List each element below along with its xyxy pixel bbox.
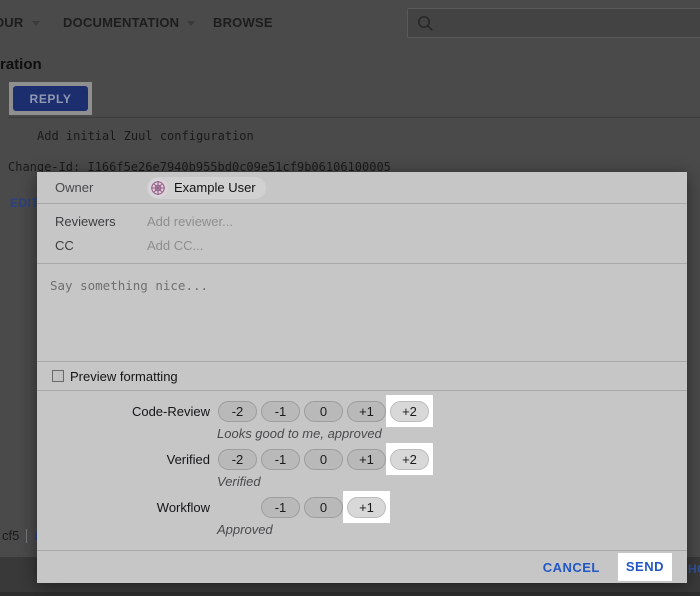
top-navigation: OUR DOCUMENTATION BROWSE [0, 0, 700, 46]
add-cc-input[interactable]: Add CC... [147, 238, 203, 253]
commit-subject: Add initial Zuul configuration [37, 129, 254, 143]
vote-code-review-0[interactable]: 0 [302, 400, 345, 422]
vote-verified-+1[interactable]: +1 [345, 448, 388, 470]
vote-buttons: -2-10+1+2 [216, 400, 431, 422]
nav-item-your[interactable]: OUR [0, 15, 40, 30]
vote-buttons: -10+1 [216, 496, 431, 518]
cc-row: CC Add CC... [37, 233, 687, 257]
vote-verified-+2[interactable]: +2 [388, 448, 431, 470]
cancel-button[interactable]: CANCEL [543, 560, 600, 575]
reviewers-row: Reviewers Add reviewer... [37, 209, 687, 233]
send-button[interactable]: SEND [626, 559, 664, 574]
nav-item-documentation[interactable]: DOCUMENTATION [63, 15, 195, 30]
owner-label: Owner [55, 180, 147, 195]
search-box[interactable] [407, 8, 700, 38]
vote-pill[interactable]: 0 [304, 401, 343, 422]
vote-verified--2[interactable]: -2 [216, 448, 259, 470]
vote-code-review--2[interactable]: -2 [216, 400, 259, 422]
vote-pill[interactable]: 0 [304, 449, 343, 470]
vote-pill[interactable]: +2 [390, 449, 429, 470]
sha-fragment: cf5 [2, 528, 19, 543]
vote-pill[interactable]: +1 [347, 401, 386, 422]
vote-verified-0[interactable]: 0 [302, 448, 345, 470]
reply-button-highlight: REPLY [9, 82, 92, 115]
caret-down-icon [32, 21, 40, 26]
preview-label: Preview formatting [70, 369, 178, 384]
vote-pill[interactable]: -1 [261, 497, 300, 518]
add-reviewer-input[interactable]: Add reviewer... [147, 214, 233, 229]
caret-down-icon [187, 21, 195, 26]
nav-item-your-label: OUR [0, 15, 24, 30]
bottom-edge [0, 592, 700, 596]
vote-code-review-+1[interactable]: +1 [345, 400, 388, 422]
score-label: Workflow [37, 500, 210, 515]
score-description: Looks good to me, approved [217, 424, 687, 444]
score-description: Verified [217, 472, 687, 492]
vote-workflow--1[interactable]: -1 [259, 496, 302, 518]
vote-code-review-+2[interactable]: +2 [388, 400, 431, 422]
score-label: Verified [37, 452, 210, 467]
gerrit-change-screen: OUR DOCUMENTATION BROWSE ration REPLY Ad… [0, 0, 700, 596]
divider [26, 529, 27, 543]
vote-pill[interactable]: -1 [261, 449, 300, 470]
people-section: Reviewers Add reviewer... CC Add CC... [37, 204, 687, 264]
owner-row: Owner Example User [37, 172, 687, 204]
vote-pill[interactable]: 0 [304, 497, 343, 518]
owner-chip[interactable]: Example User [147, 177, 266, 199]
vote-code-review--1[interactable]: -1 [259, 400, 302, 422]
score-row: Verified -2-10+1+2 Verified [37, 448, 687, 492]
vote-pill[interactable]: -2 [218, 401, 257, 422]
vote-pill[interactable]: -2 [218, 449, 257, 470]
vote-pill[interactable]: +2 [390, 401, 429, 422]
edit-link[interactable]: EDIT [10, 196, 39, 210]
vote-pill[interactable]: +1 [347, 449, 386, 470]
reply-button[interactable]: REPLY [13, 86, 88, 111]
score-row: Workflow -10+1 Approved [37, 496, 687, 540]
cc-label: CC [55, 238, 147, 253]
background-link-fragment[interactable]: HO [688, 562, 700, 576]
preview-checkbox[interactable] [52, 370, 64, 382]
vote-pill[interactable]: -1 [261, 401, 300, 422]
scores-section: Code-Review -2-10+1+2 Looks good to me, … [37, 391, 687, 540]
owner-name: Example User [174, 180, 256, 195]
send-button-highlight: SEND [618, 553, 672, 581]
score-description: Approved [217, 520, 687, 540]
score-row: Code-Review -2-10+1+2 Looks good to me, … [37, 400, 687, 444]
nav-item-documentation-label: DOCUMENTATION [63, 15, 179, 30]
avatar-identicon [148, 178, 168, 198]
preview-row: Preview formatting [37, 362, 687, 391]
divider [8, 117, 700, 118]
score-label: Code-Review [37, 404, 210, 419]
vote-workflow-0[interactable]: 0 [302, 496, 345, 518]
vote-verified--1[interactable]: -1 [259, 448, 302, 470]
message-placeholder: Say something nice... [50, 278, 208, 293]
page-title-fragment: ration [0, 56, 42, 73]
nav-item-browse-label: BROWSE [213, 15, 273, 30]
dialog-actions: CANCEL SEND [37, 550, 687, 583]
reply-dialog: Owner Example User Revi [37, 172, 687, 583]
reply-message-textarea[interactable]: Say something nice... [37, 264, 687, 362]
search-icon [417, 15, 434, 32]
vote-pill[interactable]: +1 [347, 497, 386, 518]
reviewers-label: Reviewers [55, 214, 147, 229]
nav-item-browse[interactable]: BROWSE [213, 15, 273, 30]
vote-buttons: -2-10+1+2 [216, 448, 431, 470]
vote-workflow-+1[interactable]: +1 [345, 496, 388, 518]
